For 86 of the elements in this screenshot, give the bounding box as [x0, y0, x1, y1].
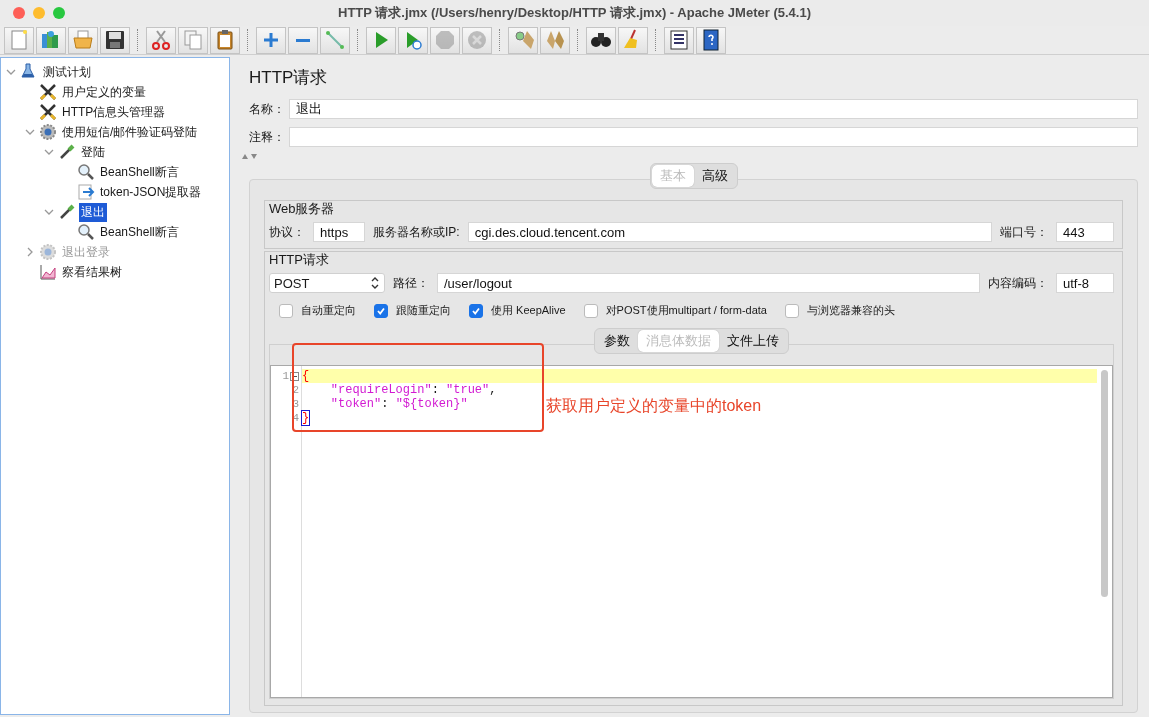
tree-item[interactable]: 用户定义的变量	[60, 82, 148, 102]
help-book-button[interactable]	[696, 26, 726, 54]
close-window-button[interactable]	[13, 7, 25, 19]
annotation-text: 获取用户定义的变量中的token	[546, 396, 762, 416]
checkbox[interactable]	[583, 303, 598, 318]
zoom-window-button[interactable]	[53, 7, 65, 19]
tree-item[interactable]: BeanShell断言	[98, 222, 181, 242]
protocol-field[interactable]: https	[313, 222, 365, 242]
graph-icon	[39, 263, 57, 281]
new-document-button[interactable]	[4, 26, 34, 54]
group-title: HTTP请求	[269, 251, 330, 269]
tree-item[interactable]: 退出	[79, 202, 107, 222]
copy-icon	[181, 28, 205, 52]
minus-icon	[296, 38, 310, 42]
checkbox[interactable]	[374, 303, 388, 318]
field-label: 服务器名称或IP:	[373, 223, 460, 241]
panel-title: HTTP请求	[249, 67, 329, 89]
magnifier-icon	[77, 163, 95, 181]
checkbox-label: 与浏览器兼容的头	[806, 303, 895, 318]
tools-icon	[39, 83, 57, 101]
checkbox-label: 使用 KeepAlive	[491, 303, 566, 318]
updown-caret-icon	[370, 276, 380, 290]
path-field[interactable]: /user/logout	[437, 273, 980, 293]
minus-button[interactable]	[288, 26, 318, 54]
port-field[interactable]: 443	[1056, 222, 1114, 242]
checkbox-label: 跟随重定向	[396, 303, 451, 318]
stop-sign-icon	[433, 28, 457, 52]
server-field[interactable]: cgi.des.cloud.tencent.com	[467, 222, 992, 242]
folder-icon	[71, 28, 95, 52]
tree-item[interactable]: 测试计划	[41, 62, 93, 82]
clipboard-button[interactable]	[210, 26, 240, 54]
tab[interactable]: 文件上传	[719, 330, 787, 352]
field-label: 路径：	[393, 274, 429, 292]
tree-item[interactable]: HTTP信息头管理器	[60, 102, 168, 122]
code-line: {	[302, 369, 310, 383]
tree-item[interactable]: 登陆	[79, 142, 107, 162]
code-line: "requireLogin": "true",	[329, 383, 497, 397]
line-number: 1	[282, 370, 289, 382]
plus-button[interactable]	[256, 26, 286, 54]
checkbox[interactable]	[279, 303, 293, 318]
tree-item[interactable]: 察看结果树	[60, 262, 124, 282]
arrow-document-icon	[77, 183, 95, 201]
close-circle-icon	[465, 28, 489, 52]
tree-item[interactable]: BeanShell断言	[98, 162, 181, 182]
group-title: Web服务器	[269, 200, 336, 218]
magnifier-icon	[77, 223, 95, 241]
comment-field[interactable]	[289, 127, 1138, 147]
field-label: 注释：	[249, 128, 285, 146]
method-dropdown[interactable]: POST	[269, 273, 385, 293]
field-label: 内容编码：	[988, 274, 1048, 292]
pipette-icon	[58, 203, 76, 221]
scrollbar[interactable]	[1101, 370, 1108, 597]
window-title: HTTP 请求.jmx (/Users/henry/Desktop/HTTP 请求.jmx) - Apache JMeter (5.4.1)	[338, 4, 811, 22]
field-label: 端口号：	[1000, 223, 1048, 241]
code-line: }	[302, 411, 310, 425]
field-label: 名称：	[249, 100, 285, 118]
fold-minus-icon	[290, 371, 299, 381]
scissors-icon	[149, 28, 173, 52]
list-button[interactable]	[664, 26, 694, 54]
checkbox-label: 自动重定向	[301, 303, 356, 318]
pipette-icon	[58, 143, 76, 161]
tools-icon	[39, 103, 57, 121]
code-line: "token": "${token}"	[329, 397, 468, 411]
encoding-field[interactable]: utf-8	[1056, 273, 1114, 293]
checkbox-label: 对POST使用multipart / form-data	[605, 303, 767, 318]
books-button[interactable]	[36, 26, 66, 54]
checkbox[interactable]	[784, 303, 799, 318]
tab[interactable]: 高级	[693, 165, 736, 187]
checkbox[interactable]	[469, 303, 483, 318]
tree-item[interactable]: token-JSON提取器	[98, 182, 204, 202]
checkmark-icon	[376, 305, 386, 316]
field-label: 协议：	[269, 223, 305, 241]
play-button[interactable]	[398, 26, 428, 54]
floppy-disk-button[interactable]	[100, 26, 130, 54]
flask-icon	[20, 63, 38, 81]
scissors-button[interactable]	[146, 26, 176, 54]
gear-icon	[39, 123, 57, 141]
tree-item[interactable]: 使用短信/邮件验证码登陆	[60, 122, 200, 142]
checkmark-icon	[471, 305, 481, 316]
name-field[interactable]: 退出	[289, 99, 1138, 119]
list-icon	[667, 28, 691, 52]
play-button[interactable]	[366, 26, 396, 54]
minimize-window-button[interactable]	[33, 7, 45, 19]
binoculars-button[interactable]	[586, 26, 616, 54]
tab[interactable]: 参数	[596, 330, 638, 352]
gear-icon	[39, 243, 57, 261]
